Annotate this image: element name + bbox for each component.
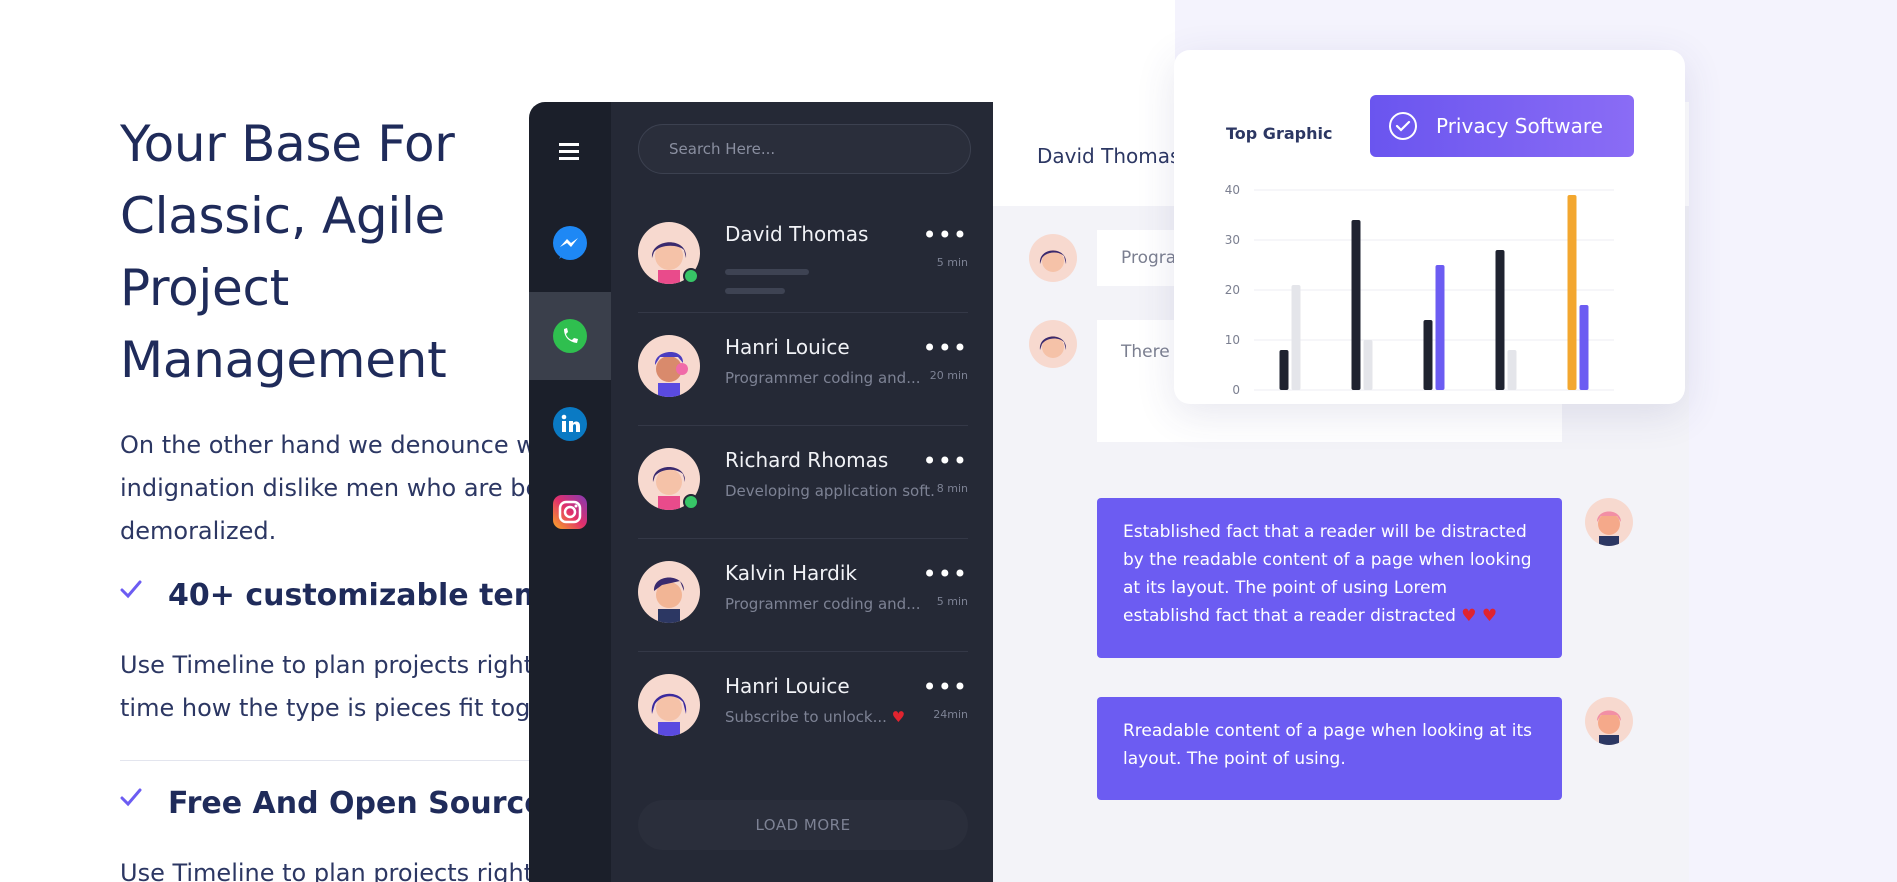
avatar: [638, 674, 700, 736]
outgoing-message: Established fact that a reader will be d…: [1097, 498, 1562, 658]
message-time: 5 min: [936, 595, 968, 608]
avatar: [1585, 697, 1633, 745]
y-tick-label: 40: [1225, 183, 1240, 197]
contact-item[interactable]: Hanri Louice Programmer coding and... ••…: [638, 313, 968, 426]
avatar: [638, 335, 700, 397]
chart-bar: [1579, 305, 1589, 390]
avatar: [1029, 234, 1077, 282]
feature-description: Use Timeline to plan projects right: [120, 859, 534, 882]
contact-item[interactable]: Richard Rhomas Developing application so…: [638, 426, 968, 539]
contact-preview: Developing application soft.: [725, 482, 935, 500]
badge-label: Privacy Software: [1436, 114, 1603, 138]
sidebar-item-instagram[interactable]: [529, 468, 611, 556]
chart-bar: [1495, 250, 1505, 390]
avatar: [1029, 320, 1077, 368]
contact-item[interactable]: David Thomas ••• 5 min: [638, 200, 968, 313]
heart-icon: ♥ ♥: [1461, 606, 1498, 626]
contact-item[interactable]: Hanri Louice Subscribe to unlock... ♥ ••…: [638, 652, 968, 765]
chart-bar: [1507, 350, 1517, 390]
y-tick-label: 20: [1225, 283, 1240, 297]
chart-bar: [1435, 265, 1445, 390]
sidebar-item-messenger[interactable]: [529, 200, 611, 288]
page: Your Base For Classic, Agile Project Man…: [0, 0, 1897, 882]
contact-name: Hanri Louice: [725, 674, 850, 698]
bar-chart: 0 10 20 30 40: [1225, 183, 1614, 397]
avatar: [638, 561, 700, 623]
divider: [120, 760, 560, 761]
more-icon[interactable]: •••: [923, 562, 968, 586]
online-status: [683, 494, 699, 510]
icon-sidebar: [529, 102, 611, 882]
chart-bar: [1351, 220, 1361, 390]
more-icon[interactable]: •••: [923, 336, 968, 360]
sidebar-item-whatsapp[interactable]: [529, 292, 611, 380]
message-time: 20 min: [929, 369, 968, 382]
load-more-button[interactable]: LOAD MORE: [638, 800, 968, 850]
contact-name: Hanri Louice: [725, 335, 850, 359]
menu-icon[interactable]: [556, 140, 584, 162]
chart-bar: [1567, 195, 1577, 390]
contact-preview: Programmer coding and...: [725, 595, 921, 613]
message-time: 8 min: [936, 482, 968, 495]
linkedin-icon: [553, 407, 587, 441]
chart-bar: [1423, 320, 1433, 390]
top-graphic-card: Top Graphic Privacy Software 0 10 20 30 40: [1174, 50, 1685, 404]
sidebar-item-linkedin[interactable]: [529, 380, 611, 468]
card-title: Top Graphic: [1226, 124, 1333, 143]
chat-contact-name: David Thomas: [1037, 144, 1181, 168]
message-time: 5 min: [936, 256, 968, 269]
y-tick-label: 0: [1232, 383, 1240, 397]
hero-title: Your Base For Classic, Agile Project Man…: [120, 115, 455, 389]
chart-bar: [1279, 350, 1289, 390]
instagram-icon: [553, 495, 587, 529]
privacy-software-badge[interactable]: Privacy Software: [1370, 95, 1634, 157]
contact-list: Search Here... David Thomas ••• 5 min Ha…: [611, 102, 993, 882]
contact-preview: Subscribe to unlock... ♥: [725, 708, 906, 726]
online-status: [683, 268, 699, 284]
contact-name: Richard Rhomas: [725, 448, 889, 472]
heart-icon: ♥: [891, 708, 906, 726]
more-icon[interactable]: •••: [923, 449, 968, 473]
messenger-icon: [553, 226, 587, 260]
more-icon[interactable]: •••: [923, 675, 968, 699]
contact-preview: Programmer coding and...: [725, 369, 921, 387]
chart-bar: [1291, 285, 1301, 390]
contact-item[interactable]: Kalvin Hardik Programmer coding and... •…: [638, 539, 968, 652]
contact-name: David Thomas: [725, 222, 869, 246]
chart-bar: [1363, 340, 1373, 390]
more-icon[interactable]: •••: [923, 223, 968, 247]
y-tick-label: 10: [1225, 333, 1240, 347]
search-input[interactable]: Search Here...: [638, 124, 971, 174]
typing-indicator: [725, 260, 875, 294]
outgoing-message: Rreadable content of a page when looking…: [1097, 697, 1562, 800]
contact-name: Kalvin Hardik: [725, 561, 858, 585]
check-icon: [120, 788, 142, 806]
avatar: [1585, 498, 1633, 546]
check-icon: [120, 580, 142, 598]
y-tick-label: 30: [1225, 233, 1240, 247]
whatsapp-icon: [553, 319, 587, 353]
message-time: 24min: [933, 708, 968, 721]
check-circle-icon: [1389, 112, 1417, 140]
